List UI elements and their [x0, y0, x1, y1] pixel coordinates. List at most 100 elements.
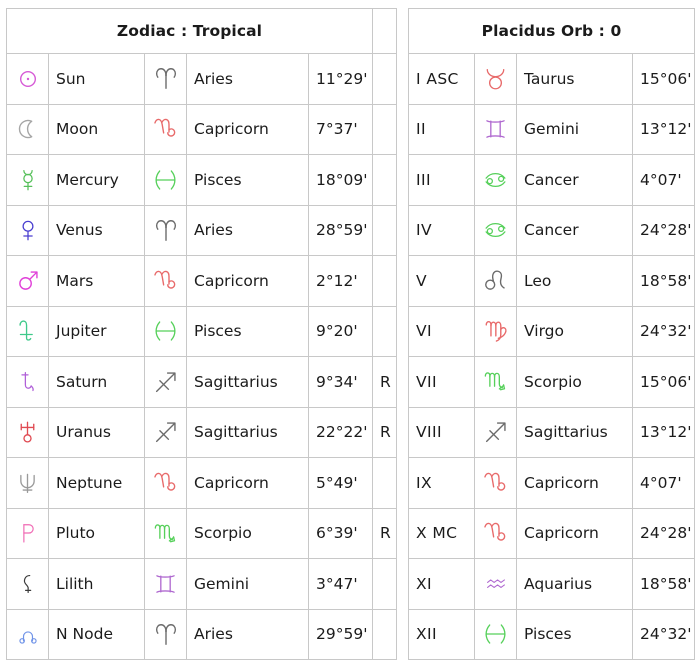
planet-degree: 5°49' [307, 457, 374, 509]
planet-sign: Capricorn [186, 255, 309, 307]
planet-name: Pluto [48, 507, 145, 559]
house-sign: Aquarius [516, 558, 634, 610]
planet-sign: Scorpio [186, 507, 309, 559]
planet-sign: Gemini [186, 558, 309, 610]
house-number: IX [408, 457, 476, 509]
planet-sign: Aries [186, 53, 309, 105]
table-row: Uranus Sagittarius 22°22' R VIII Sagittarius 1… [6, 406, 696, 458]
house-sign: Taurus [516, 53, 634, 105]
table-gap [396, 255, 409, 306]
planet-sign: Capricorn [186, 103, 309, 155]
table-gap [396, 154, 409, 205]
house-number: VII [408, 356, 476, 408]
header-row: Zodiac : Tropical Placidus Orb : 0 [5, 8, 696, 54]
aquarius-glyph [474, 558, 518, 610]
planet-name: Mercury [48, 154, 145, 206]
retrograde-marker [372, 457, 398, 509]
planet-degree: 11°29' [307, 53, 374, 105]
retrograde-marker [372, 154, 398, 206]
table-gap [396, 508, 409, 559]
moon-glyph [6, 103, 49, 155]
planet-sign: Pisces [186, 305, 309, 357]
table-row: N Node Aries 29°59' XII Pisces 24°32' [6, 608, 696, 660]
house-sign: Scorpio [516, 356, 634, 408]
retrograde-marker [372, 558, 398, 610]
table-row: Mars Capricorn 2°12' V Leo 18°58' [6, 255, 696, 307]
house-number: VI [408, 305, 476, 357]
aries-glyph [144, 204, 187, 256]
table-row: Venus Aries 28°59' IV Cancer 24°28' [6, 204, 696, 256]
retrograde-marker: R [372, 406, 398, 458]
table-row: Mercury Pisces 18°09' III Cancer 4°07' [6, 154, 696, 206]
scorpio-glyph [144, 507, 187, 559]
nnode-glyph [6, 608, 49, 660]
house-sign: Sagittarius [516, 406, 634, 458]
house-sign: Gemini [516, 103, 634, 155]
retrograde-marker [372, 204, 398, 256]
planet-name: Jupiter [48, 305, 145, 357]
table-gap [396, 8, 409, 54]
table-row: Pluto Scorpio 6°39' R X MC Capricorn 24°28' [6, 507, 696, 559]
table-row: Lilith Gemini 3°47' XI Aquarius 18°58' [6, 558, 696, 610]
house-number: XI [408, 558, 476, 610]
table-row: Saturn Sagittarius 9°34' R VII Scorpio 15°06' [6, 356, 696, 408]
retrograde-marker [372, 305, 398, 357]
house-number: IV [408, 204, 476, 256]
astrology-grid: Zodiac : Tropical Placidus Orb : 0 Sun Arie… [5, 8, 696, 660]
planet-name: Saturn [48, 356, 145, 408]
mercury-glyph [6, 154, 49, 206]
house-sign: Capricorn [516, 507, 634, 559]
scorpio-glyph [474, 356, 518, 408]
sun-glyph [6, 53, 49, 105]
house-degree: 18°58' [632, 558, 696, 610]
gemini-glyph [144, 558, 187, 610]
table-gap [396, 609, 409, 660]
planet-name: Venus [48, 204, 145, 256]
jupiter-glyph [6, 305, 49, 357]
house-degree: 15°06' [632, 356, 696, 408]
planet-name: Moon [48, 103, 145, 155]
zodiac-header: Zodiac : Tropical [5, 8, 374, 54]
table-gap [396, 407, 409, 458]
house-number: VIII [408, 406, 476, 458]
house-degree: 18°58' [632, 255, 696, 307]
house-number: XII [408, 608, 476, 660]
retrograde-marker [372, 255, 398, 307]
planet-sign: Capricorn [186, 457, 309, 509]
house-sign: Cancer [516, 204, 634, 256]
saturn-glyph [6, 356, 49, 408]
venus-glyph [6, 204, 49, 256]
house-degree: 4°07' [632, 154, 696, 206]
pisces-glyph [144, 305, 187, 357]
house-degree: 4°07' [632, 457, 696, 509]
house-number: V [408, 255, 476, 307]
house-number: II [408, 103, 476, 155]
table-gap [396, 457, 409, 508]
aries-glyph [144, 53, 187, 105]
table-row: Neptune Capricorn 5°49' IX Capricorn 4°07' [6, 457, 696, 509]
retrograde-marker [372, 103, 398, 155]
pisces-glyph [474, 608, 518, 660]
cancer-glyph [474, 204, 518, 256]
table-gap [396, 104, 409, 155]
table-gap [396, 53, 409, 104]
planet-degree: 3°47' [307, 558, 374, 610]
cancer-glyph [474, 154, 518, 206]
planet-degree: 9°34' [307, 356, 374, 408]
gemini-glyph [474, 103, 518, 155]
pisces-glyph [144, 154, 187, 206]
retrograde-header-spacer [372, 8, 398, 54]
retrograde-marker: R [372, 507, 398, 559]
capricorn-glyph [144, 103, 187, 155]
house-number: III [408, 154, 476, 206]
planet-degree: 9°20' [307, 305, 374, 357]
planet-degree: 18°09' [307, 154, 374, 206]
house-sign: Leo [516, 255, 634, 307]
house-sign: Pisces [516, 608, 634, 660]
house-sign: Cancer [516, 154, 634, 206]
planet-name: Mars [48, 255, 145, 307]
taurus-glyph [474, 53, 518, 105]
house-degree: 24°32' [632, 305, 696, 357]
chart-tables-sheet: Zodiac : Tropical Placidus Orb : 0 Sun Arie… [0, 0, 700, 660]
sagittarius-glyph [474, 406, 518, 458]
